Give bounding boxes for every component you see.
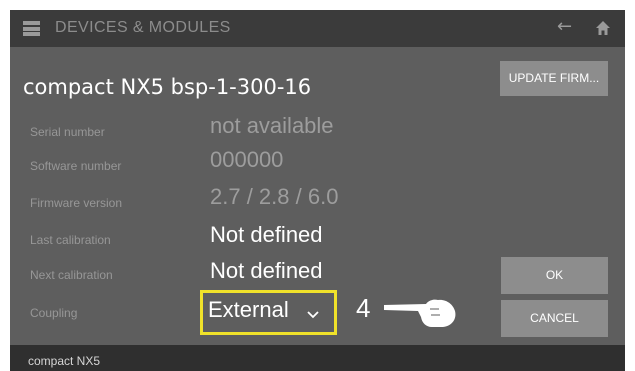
- arrow-left-icon[interactable]: ←: [557, 16, 572, 37]
- last-calibration-label: Last calibration: [30, 233, 111, 247]
- chevron-down-icon[interactable]: [307, 304, 319, 319]
- serial-number-value: not available: [210, 113, 334, 138]
- firmware-version-value: 2.7 / 2.8 / 6.0: [210, 184, 339, 209]
- menu-icon[interactable]: [23, 21, 40, 36]
- home-icon[interactable]: [595, 20, 611, 36]
- pointing-hand-icon: [382, 294, 458, 330]
- update-firmware-button[interactable]: UPDATE FIRM...: [500, 61, 608, 96]
- next-calibration-label: Next calibration: [30, 268, 113, 282]
- device-screen: DEVICES & MODULES ← compact NX5 bsp-1-30…: [0, 0, 635, 371]
- last-calibration-value: Not defined: [210, 222, 323, 247]
- page-title: DEVICES & MODULES: [55, 19, 231, 36]
- coupling-selected-value[interactable]: External: [208, 297, 289, 323]
- software-number-value: 000000: [210, 147, 284, 172]
- cancel-button[interactable]: CANCEL: [501, 300, 608, 337]
- device-name: compact NX5 bsp-1-300-16: [23, 75, 312, 99]
- next-calibration-value: Not defined: [210, 258, 323, 283]
- software-number-label: Software number: [30, 159, 122, 173]
- firmware-version-label: Firmware version: [30, 196, 123, 210]
- serial-number-label: Serial number: [30, 125, 105, 139]
- coupling-label: Coupling: [30, 306, 78, 320]
- ok-button[interactable]: OK: [501, 257, 608, 294]
- top-bar: DEVICES & MODULES ←: [10, 10, 625, 47]
- status-text: compact NX5: [28, 354, 101, 368]
- step-number: 4: [356, 293, 371, 323]
- status-bar: compact NX5: [10, 345, 625, 371]
